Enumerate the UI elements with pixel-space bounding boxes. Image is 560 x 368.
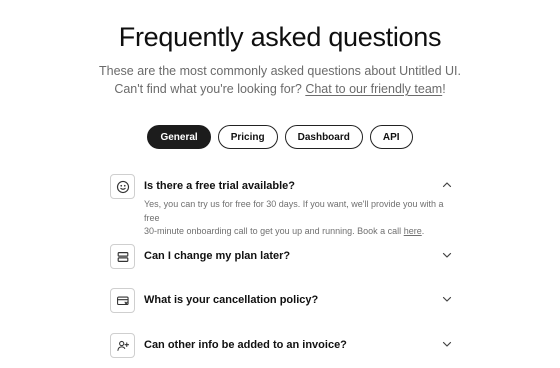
chevron-down-icon[interactable]: [442, 251, 452, 259]
book-call-link[interactable]: here: [404, 226, 422, 236]
chevron-up-icon[interactable]: [442, 181, 452, 189]
tab-pricing[interactable]: Pricing: [217, 125, 278, 149]
faq-answer-suffix: .: [421, 226, 425, 236]
subtitle-suffix: !: [442, 82, 446, 96]
layers-icon: [110, 244, 135, 269]
page-title: Frequently asked questions: [118, 22, 442, 52]
tab-general[interactable]: General: [147, 125, 211, 149]
faq-item-change-plan[interactable]: Can I change my plan later?: [110, 244, 452, 270]
tab-dashboard[interactable]: Dashboard: [284, 125, 363, 149]
faq-answer-line-1: Yes, you can try us for free for 30 days…: [144, 199, 444, 223]
faq-question: Can I change my plan later?: [144, 250, 291, 262]
user-plus-icon: [110, 333, 135, 358]
subtitle-line-1: These are the most commonly asked questi…: [99, 64, 461, 78]
faq-item-cancellation[interactable]: What is your cancellation policy?: [110, 288, 452, 314]
faq-question: Is there a free trial available?: [144, 180, 296, 192]
chat-link[interactable]: Chat to our friendly team: [305, 82, 442, 96]
faq-answer: Yes, you can try us for free for 30 days…: [144, 198, 454, 239]
category-tabs: General Pricing Dashboard API: [0, 125, 560, 149]
chevron-down-icon[interactable]: [442, 340, 452, 348]
tab-api[interactable]: API: [369, 125, 413, 149]
subtitle-line-2: Can't find what you're looking for? Chat…: [0, 80, 560, 98]
page-subtitle: These are the most commonly asked questi…: [0, 62, 560, 98]
faq-item-invoice-info[interactable]: Can other info be added to an invoice?: [110, 333, 452, 359]
faq-answer-text: 30-minute onboarding call to get you up …: [144, 226, 402, 236]
smiley-icon: [110, 174, 135, 199]
faq-question: Can other info be added to an invoice?: [144, 339, 347, 351]
chevron-down-icon[interactable]: [442, 295, 452, 303]
faq-page: Frequently asked questions These are the…: [0, 0, 560, 368]
faq-item-free-trial[interactable]: Is there a free trial available? Yes, yo…: [110, 174, 452, 236]
card-cancel-icon: [110, 288, 135, 313]
subtitle-prefix: Can't find what you're looking for?: [114, 82, 302, 96]
faq-answer-line-2: 30-minute onboarding call to get you up …: [144, 225, 454, 239]
faq-question: What is your cancellation policy?: [144, 294, 319, 306]
